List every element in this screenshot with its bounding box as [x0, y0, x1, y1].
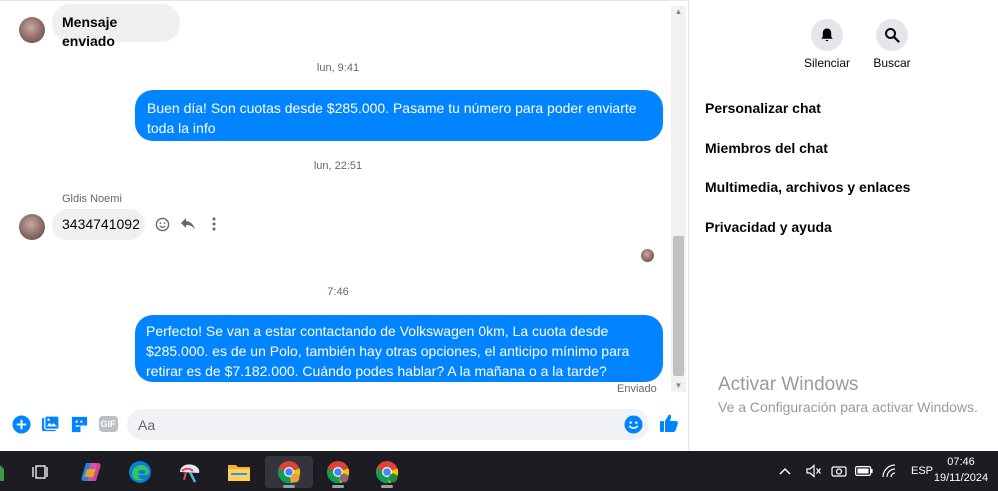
emoji-react-icon[interactable]	[154, 216, 170, 232]
taskbar: ESP 07:46 19/11/2024	[0, 451, 998, 491]
gif-icon[interactable]: GIF	[98, 414, 118, 434]
plus-circle-icon[interactable]	[11, 414, 31, 434]
camera-icon[interactable]	[827, 465, 851, 477]
message-text: Buen día! Son cuotas desde $285.000. Pas…	[147, 100, 637, 136]
timestamp: lun, 9:41	[316, 62, 360, 74]
open-indicator	[381, 485, 393, 488]
message-bubble-incoming[interactable]: 3434741092	[52, 209, 145, 240]
message-text: Perfecto! Se van a estar contactando de …	[146, 323, 630, 379]
message-status: Enviado	[617, 383, 657, 395]
scroll-up-arrow-icon[interactable]: ▲	[671, 6, 686, 18]
start-app-icon[interactable]	[0, 456, 16, 488]
activate-windows-subtitle: Ve a Configuración para activar Windows.	[718, 399, 978, 415]
emoji-icon[interactable]	[623, 414, 643, 434]
clock-time: 07:46	[947, 456, 975, 468]
scroll-down-arrow-icon[interactable]: ▼	[671, 380, 686, 392]
chrome-profile-3-icon[interactable]	[363, 456, 411, 488]
message-bubble-outgoing[interactable]: Perfecto! Se van a estar contactando de …	[135, 315, 663, 382]
search-label: Buscar	[873, 56, 911, 70]
search-icon	[885, 28, 900, 43]
open-indicator	[332, 485, 344, 488]
chrome-profile-2-icon[interactable]	[314, 456, 362, 488]
wifi-icon[interactable]	[877, 464, 901, 478]
message-input[interactable]	[127, 409, 649, 440]
system-clock[interactable]: 07:46 19/11/2024	[928, 454, 994, 486]
bell-icon	[821, 28, 833, 42]
speaker-muted-icon[interactable]	[801, 464, 827, 478]
menu-privacy-help[interactable]: Privacidad y ayuda	[705, 219, 832, 235]
message-bubble-outgoing[interactable]: Buen día! Son cuotas desde $285.000. Pas…	[135, 90, 663, 141]
active-indicator	[283, 485, 295, 488]
system-tray: ESP	[777, 451, 933, 491]
chevron-up-icon[interactable]	[777, 467, 793, 475]
scroll-thumb[interactable]	[673, 236, 684, 376]
screen: Mensaje enviado lun, 9:41 Buen día! Son …	[0, 0, 998, 491]
read-receipt-avatar	[641, 249, 654, 262]
message-bubble-incoming[interactable]: Mensaje enviado	[52, 4, 180, 49]
message-text: Mensaje enviado	[62, 14, 118, 49]
app-icon[interactable]	[166, 456, 214, 488]
timestamp: 7:46	[327, 286, 349, 298]
file-explorer-icon[interactable]	[215, 456, 263, 488]
message-composer: GIF	[0, 400, 688, 450]
chat-pane: Mensaje enviado lun, 9:41 Buen día! Son …	[0, 0, 688, 451]
message-text: 3434741092	[62, 216, 140, 232]
timestamp: lun, 22:51	[313, 160, 363, 172]
sender-name: Gldis Noemi	[62, 193, 122, 205]
task-view-icon[interactable]	[16, 456, 64, 488]
menu-media-files-links[interactable]: Multimedia, archivos y enlaces	[705, 179, 910, 195]
menu-chat-members[interactable]: Miembros del chat	[705, 140, 828, 156]
chat-info-panel: Silenciar Buscar Personalizar chat Miemb…	[688, 0, 998, 451]
activate-windows-title: Activar Windows	[718, 374, 859, 395]
sticker-icon[interactable]	[69, 414, 89, 434]
mute-button[interactable]	[811, 19, 843, 51]
search-button[interactable]	[876, 19, 908, 51]
chrome-profile-1-icon[interactable]	[265, 456, 313, 488]
mute-label: Silenciar	[803, 56, 851, 70]
message-actions	[154, 216, 222, 232]
battery-icon[interactable]	[851, 466, 877, 476]
avatar[interactable]	[19, 17, 45, 43]
image-icon[interactable]	[40, 414, 60, 434]
edge-icon[interactable]	[116, 456, 164, 488]
copilot-icon[interactable]	[67, 456, 115, 488]
divider	[0, 0, 688, 1]
avatar[interactable]	[19, 214, 45, 240]
clock-date: 19/11/2024	[933, 472, 989, 484]
gif-label: GIF	[98, 416, 118, 432]
thumbs-up-icon[interactable]	[659, 413, 679, 433]
chat-scrollbar[interactable]: ▲ ▼	[671, 6, 686, 392]
menu-customize-chat[interactable]: Personalizar chat	[705, 100, 821, 116]
reply-icon[interactable]	[180, 216, 196, 232]
more-icon[interactable]	[206, 216, 222, 232]
